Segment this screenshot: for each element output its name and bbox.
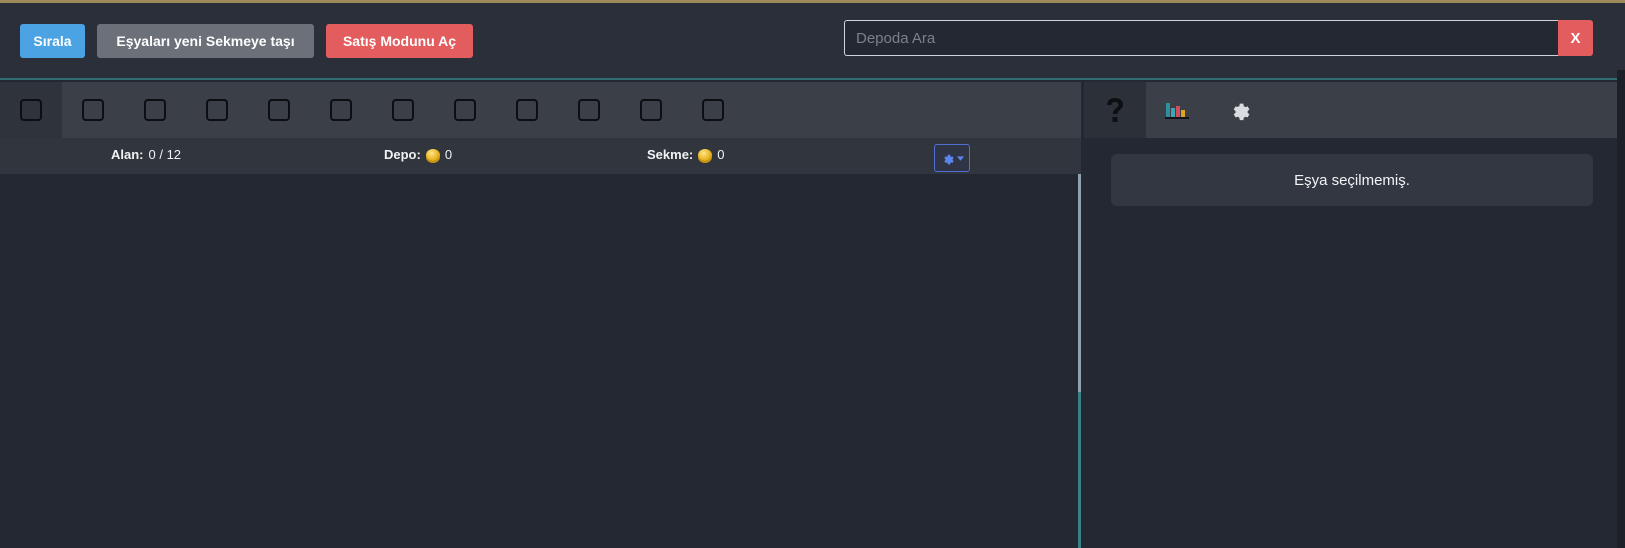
storage-tab[interactable] — [248, 82, 310, 138]
tab-box-icon — [206, 99, 228, 121]
storage-tab[interactable] — [124, 82, 186, 138]
storage-tab[interactable] — [682, 82, 744, 138]
tab-settings[interactable] — [1208, 82, 1270, 138]
tab-stat: Sekme: 0 — [647, 147, 724, 162]
toolbar: Sırala Eşyaları yeni Sekmeye taşı Satış … — [0, 3, 1625, 80]
gear-icon — [943, 154, 954, 164]
area-stat: Alan: 0 / 12 — [111, 147, 181, 162]
item-detail-panel: Eşya seçilmemiş. — [1084, 82, 1625, 548]
tab-box-icon — [516, 99, 538, 121]
tab-box-icon — [268, 99, 290, 121]
tab-box-icon — [454, 99, 476, 121]
tab-box-icon — [392, 99, 414, 121]
tab-box-icon — [578, 99, 600, 121]
clear-search-button[interactable]: X — [1558, 20, 1593, 56]
tab-box-icon — [20, 99, 42, 121]
storage-tab[interactable] — [0, 82, 62, 138]
scrollbar-thumb[interactable] — [1078, 174, 1081, 392]
gear-icon — [1233, 103, 1250, 121]
storage-panel: Alan: 0 / 12 Depo: 0 Sekme: 0 — [0, 82, 1081, 548]
area-value: 0 / 12 — [148, 147, 182, 162]
storage-tabs — [0, 82, 1081, 138]
sell-mode-button[interactable]: Satış Modunu Aç — [326, 24, 473, 58]
tab-box-icon — [144, 99, 166, 121]
tab-info[interactable] — [1084, 82, 1146, 138]
coin-icon — [425, 148, 440, 161]
depot-value: 0 — [444, 147, 453, 162]
tab-statistics[interactable] — [1146, 82, 1208, 138]
tab-box-icon — [82, 99, 104, 121]
chevron-down-icon — [956, 155, 964, 161]
settings-dropdown-button[interactable] — [934, 144, 970, 172]
storage-tab[interactable] — [186, 82, 248, 138]
chart-icon — [1165, 103, 1189, 119]
tab-box-icon — [702, 99, 724, 121]
depot-label: Depo: — [384, 147, 421, 162]
storage-tab[interactable] — [62, 82, 124, 138]
coin-icon — [698, 148, 713, 161]
area-label: Alan: — [111, 147, 144, 162]
empty-message-text: Eşya seçilmemiş. — [1294, 171, 1410, 189]
storage-tab[interactable] — [620, 82, 682, 138]
depot-stat: Depo: 0 — [384, 147, 452, 162]
question-icon — [1107, 98, 1123, 122]
storage-stats: Alan: 0 / 12 Depo: 0 Sekme: 0 — [0, 138, 1081, 174]
items-grid — [0, 174, 1078, 548]
storage-tab[interactable] — [558, 82, 620, 138]
tab-box-icon — [330, 99, 352, 121]
search-input[interactable]: Depoda Ara — [844, 20, 1558, 56]
tab-stat-label: Sekme: — [647, 147, 694, 162]
move-items-to-new-tab-button[interactable]: Eşyaları yeni Sekmeye taşı — [97, 24, 314, 58]
storage-app: Sırala Eşyaları yeni Sekmeye taşı Satış … — [0, 0, 1625, 548]
no-item-selected-message: Eşya seçilmemiş. — [1111, 154, 1593, 206]
tab-box-icon — [640, 99, 662, 121]
storage-tab[interactable] — [434, 82, 496, 138]
storage-tab[interactable] — [310, 82, 372, 138]
detail-tabs — [1084, 82, 1625, 138]
window-edge — [1617, 70, 1625, 548]
search-placeholder: Depoda Ara — [856, 29, 936, 47]
sort-button[interactable]: Sırala — [20, 24, 85, 58]
storage-tab[interactable] — [496, 82, 558, 138]
tab-stat-value: 0 — [717, 147, 725, 162]
storage-tab[interactable] — [372, 82, 434, 138]
